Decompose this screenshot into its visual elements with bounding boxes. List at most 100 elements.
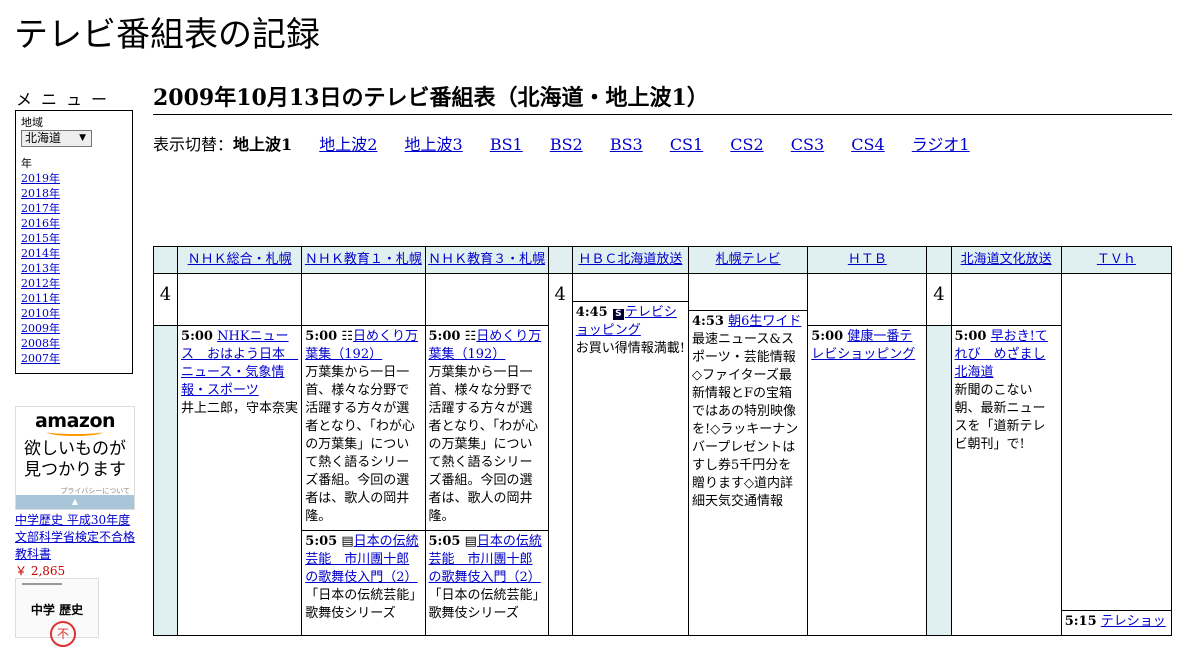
program-cell: 5:00 健康一番テレビショッピング [807, 325, 928, 636]
program-time: 5:15 [1064, 614, 1097, 629]
program-description: 新聞のこない朝、最新ニュースを「道新テレビ朝刊」で! [954, 383, 1046, 452]
switcher-link-terrestrial-2[interactable]: 地上波2 [319, 135, 377, 154]
schedule-table: ＮＨＫ総合・札幌 ＮＨＫ教育１・札幌 ＮＨＫ教育３・札幌 ＨＢＣ北海道放送 札幌… [152, 246, 1173, 636]
switcher-current: 地上波1 [233, 135, 293, 154]
captions-icon: ☷ [464, 329, 477, 344]
hour-gutter [926, 325, 952, 636]
program-time: 4:45 [575, 305, 608, 320]
ad-product-price: ￥ 2,865 [15, 564, 66, 578]
program-entry: 5:00 ☷日めくり万葉集（192） 万葉集から一日一首、様々な分野で活躍する方… [426, 326, 548, 530]
channel-header: ＨＢＣ北海道放送 [571, 246, 690, 274]
year-link[interactable]: 2011年 [21, 292, 60, 305]
hour-header [926, 246, 952, 274]
program-time: 5:00 [954, 329, 987, 344]
ad-book-image[interactable]: 中学 歴史 不 [15, 578, 99, 647]
ad-expand-bar[interactable]: ▲ [16, 495, 134, 509]
program-description: 井上二郎，守本奈実 [181, 401, 299, 416]
empty-slot [807, 273, 928, 326]
program-column: 5:15 テレショッ [1060, 273, 1173, 636]
program-description: 「日本の伝統芸能」歌舞伎シリーズ [305, 588, 416, 621]
region-select[interactable]: 北海道 ▼ [21, 130, 92, 147]
channel-header-row: ＮＨＫ総合・札幌 ＮＨＫ教育１・札幌 ＮＨＫ教育３・札幌 ＨＢＣ北海道放送 札幌… [152, 246, 1173, 274]
year-link[interactable]: 2016年 [21, 217, 60, 230]
year-link[interactable]: 2017年 [21, 202, 60, 215]
channel-link[interactable]: ＴＶｈ [1097, 252, 1136, 267]
data-broadcast-icon: ▤ [464, 534, 477, 549]
hour-header [547, 246, 573, 274]
empty-slot [424, 273, 549, 326]
switcher-link-radio1[interactable]: ラジオ1 [912, 135, 970, 154]
switcher-link-bs1[interactable]: BS1 [490, 135, 523, 154]
data-broadcast-icon: ▤ [341, 534, 354, 549]
ad-slogan-line-2: 見つかります [24, 460, 126, 480]
program-entry: 5:00 早おき!てれび めざまし北海道 新聞のこない朝、最新ニュースを「道新テ… [952, 326, 1061, 456]
hour-header [152, 246, 179, 274]
page-title: 2009年10月13日のテレビ番組表（北海道・地上波1） [153, 84, 1172, 115]
hour-cell: 4 [547, 273, 573, 636]
site-title: テレビ番組表の記録 [14, 15, 320, 55]
program-description: 最速ニュース&スポーツ・芸能情報◇ファイターズ最新情報とFの宝箱ではあの特別映像… [692, 332, 799, 509]
program-entry: 4:53 朝6生ワイド 最速ニュース&スポーツ・芸能情報◇ファイターズ最新情報と… [689, 311, 807, 513]
switcher-link-cs2[interactable]: CS2 [730, 135, 763, 154]
year-link[interactable]: 2008年 [21, 337, 60, 350]
channel-link[interactable]: ＨＢＣ北海道放送 [578, 252, 682, 267]
hour-label: 4 [554, 284, 566, 305]
region-select-value: 北海道 [25, 131, 62, 145]
program-description: 万葉集から一日一首、様々な分野で活躍する方々が選者となり、「わが心の万葉集」につ… [428, 365, 539, 524]
switcher-link-cs3[interactable]: CS3 [791, 135, 824, 154]
year-link[interactable]: 2018年 [21, 187, 60, 200]
channel-header: ＮＨＫ総合・札幌 [177, 246, 303, 274]
program-time: 4:53 [692, 314, 724, 329]
program-entry: 5:05 ▤日本の伝統芸能 市川團十郎の歌舞伎入門（2） 「日本の伝統芸能」歌舞… [302, 530, 425, 625]
year-link[interactable]: 2012年 [21, 277, 60, 290]
switcher-link-cs4[interactable]: CS4 [851, 135, 884, 154]
channel-link[interactable]: ＮＨＫ教育３・札幌 [428, 252, 545, 267]
program-title-link[interactable]: テレショッ [1101, 614, 1166, 629]
year-link[interactable]: 2007年 [21, 352, 60, 365]
year-link[interactable]: 2013年 [21, 262, 60, 275]
year-link[interactable]: 2019年 [21, 172, 60, 185]
year-link[interactable]: 2009年 [21, 322, 60, 335]
book-cover-stamp: 不 [50, 621, 76, 647]
switcher-label: 表示切替： [153, 135, 234, 154]
channel-link[interactable]: 札幌テレビ [716, 252, 781, 267]
program-description: 万葉集から一日一首、様々な分野で活躍する方々が選者となり、「わが心の万葉集」につ… [305, 365, 415, 524]
hour-gutter [152, 325, 179, 636]
switcher-link-bs3[interactable]: BS3 [610, 135, 643, 154]
year-link[interactable]: 2010年 [21, 307, 60, 320]
channel-link[interactable]: ＮＨＫ教育１・札幌 [305, 252, 422, 267]
hour-cell: 4 [926, 273, 952, 326]
year-link[interactable]: 2014年 [21, 247, 60, 260]
channel-header: ＨＴＢ [807, 246, 928, 274]
switcher-link-bs2[interactable]: BS2 [550, 135, 583, 154]
year-label: 年 [21, 157, 32, 170]
channel-link[interactable]: ＨＴＢ [848, 252, 887, 267]
channel-header: ＮＨＫ教育３・札幌 [424, 246, 549, 274]
program-cell: 5:00 NHKニュース おはよう日本 ニュース・気象情報・スポーツ 井上二郎，… [177, 325, 303, 636]
program-cell: 5:00 早おき!てれび めざまし北海道 新聞のこない朝、最新ニュースを「道新テ… [950, 325, 1062, 636]
program-entry: 5:00 NHKニュース おはよう日本 ニュース・気象情報・スポーツ 井上二郎，… [178, 326, 301, 420]
book-cover-line [22, 583, 62, 585]
program-time: 5:00 [811, 329, 844, 344]
channel-link[interactable]: ＮＨＫ総合・札幌 [188, 252, 292, 267]
program-title-link[interactable]: 朝6生ワイド [728, 314, 801, 329]
dropdown-arrow-icon: ▼ [79, 133, 86, 143]
amazon-ad-banner[interactable]: amazon 欲しいものが 見つかります プライバシーについて ▲ [15, 406, 135, 510]
program-cell: 5:00 ☷日めくり万葉集（192） 万葉集から一日一首、様々な分野で活躍する方… [301, 325, 426, 636]
program-time: 5:05 [305, 534, 338, 549]
program-column: 4:45 S テレビショッピング お買い得情報満載! [571, 273, 690, 636]
book-cover-title: 中学 歴史 [30, 603, 84, 617]
year-link[interactable]: 2015年 [21, 232, 60, 245]
hour-cell: 4 [152, 273, 179, 326]
menu-box: 地域 北海道 ▼ 年 2019年 2018年 2017年 2016年 2015年… [15, 110, 133, 374]
ad-slogan: 欲しいものが 見つかります [16, 439, 134, 481]
program-entry: 4:45 S テレビショッピング お買い得情報満載! [573, 302, 688, 360]
channel-link[interactable]: 北海道文化放送 [961, 252, 1052, 267]
switcher-link-terrestrial-3[interactable]: 地上波3 [405, 135, 463, 154]
ad-product-link[interactable]: 中学歴史 平成30年度文部科学省検定不合格教科書 [15, 513, 135, 561]
program-block: 4:45 S テレビショッピング お買い得情報満載! [572, 301, 689, 360]
switcher-link-cs1[interactable]: CS1 [670, 135, 703, 154]
ad-slogan-line-1: 欲しいものが [24, 439, 126, 459]
program-description: お買い得情報満載! [575, 341, 686, 356]
region-label: 地域 [21, 116, 43, 129]
